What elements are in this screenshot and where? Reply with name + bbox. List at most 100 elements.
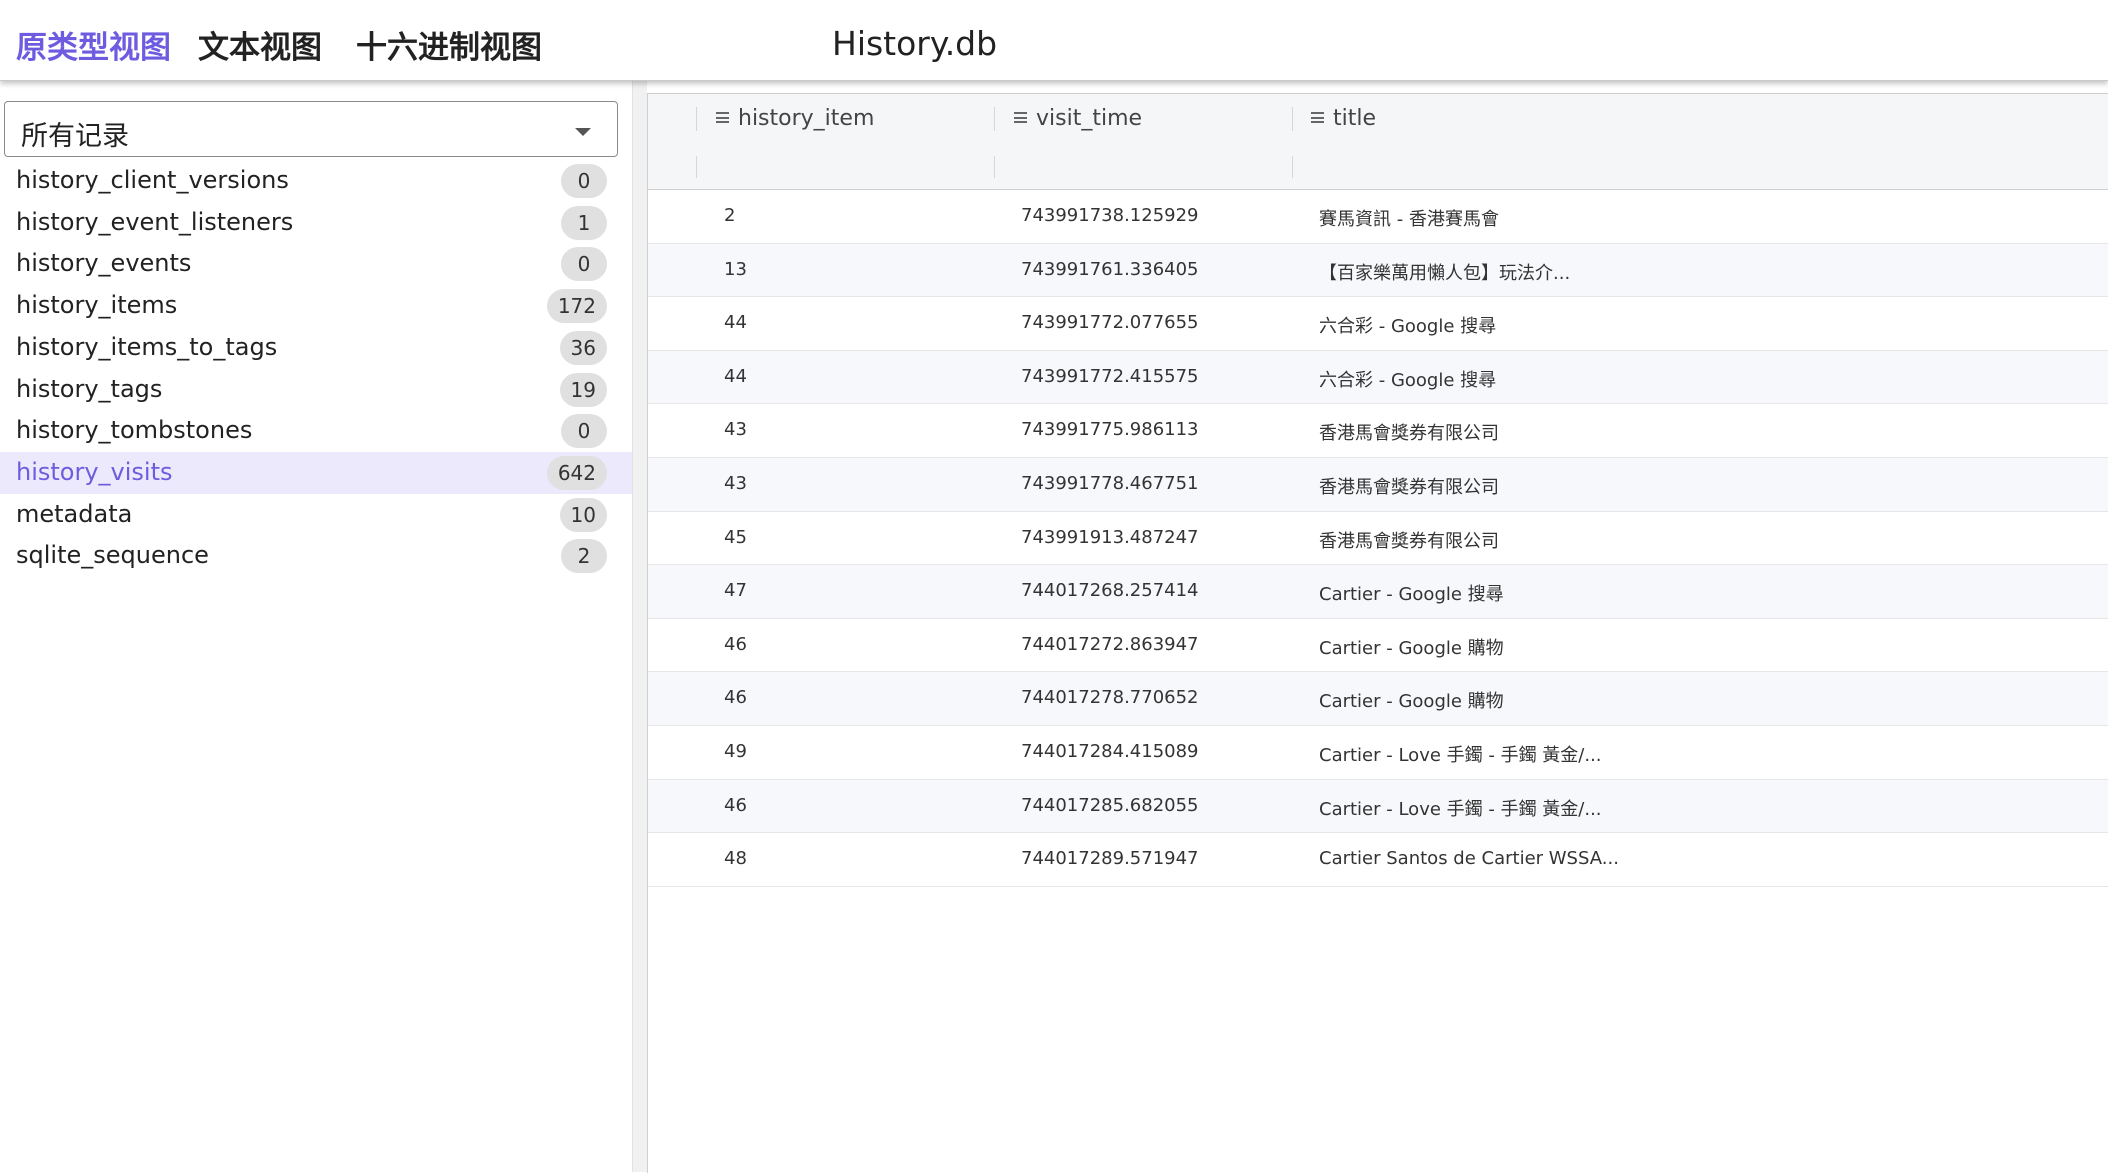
table-name: history_events — [16, 249, 192, 278]
table-name: history_event_listeners — [16, 207, 294, 236]
cell-title: Cartier - Google 搜尋 — [1319, 584, 1504, 606]
table-row[interactable]: 13 743991761.336405 【百家樂萬用懶人包】玩法介... — [648, 243, 2108, 298]
record-count-badge: 10 — [559, 497, 607, 532]
record-count-badge: 2 — [561, 539, 607, 574]
cell-history-item: 46 — [724, 687, 747, 709]
column-separator[interactable] — [696, 107, 697, 131]
table-name: history_items_to_tags — [16, 332, 278, 361]
cell-history-item: 44 — [724, 312, 747, 334]
tab-text-view[interactable]: 文本视图 — [198, 22, 322, 67]
record-count-badge: 642 — [546, 455, 607, 490]
cell-title: Cartier - Google 購物 — [1319, 637, 1504, 659]
table-row[interactable]: 43 743991775.986113 香港馬會獎券有限公司 — [648, 404, 2108, 458]
table-item-history-events[interactable]: history_events 0 — [0, 243, 632, 285]
record-count-badge: 0 — [561, 247, 607, 282]
column-header-label: title — [1333, 106, 1377, 131]
list-icon — [1311, 112, 1324, 123]
column-separator — [696, 156, 697, 178]
table-row[interactable]: 44 743991772.077655 六合彩 - Google 搜尋 — [648, 297, 2108, 351]
column-header-visit-time[interactable]: visit_time — [1014, 106, 1142, 131]
cell-title: Cartier - Google 購物 — [1319, 691, 1504, 713]
table-row[interactable]: 2 743991738.125929 賽馬資訊 - 香港賽馬會 — [648, 190, 2108, 244]
top-bar: 原类型视图 文本视图 十六进制视图 History.db — [0, 0, 2108, 81]
table-item-history-event-listeners[interactable]: history_event_listeners 1 — [0, 202, 632, 244]
record-count-badge: 0 — [561, 414, 607, 449]
cell-visit-time: 743991738.125929 — [1021, 205, 1199, 226]
cell-visit-time: 744017278.770652 — [1021, 687, 1199, 709]
table-row[interactable]: 43 743991778.467751 香港馬會獎券有限公司 — [648, 458, 2108, 512]
cell-history-item: 43 — [724, 473, 747, 494]
list-icon — [1014, 112, 1027, 123]
cell-history-item: 2 — [724, 205, 736, 226]
table-row[interactable]: 46 744017285.682055 Cartier - Love 手鐲 - 手鐲… — [648, 779, 2108, 834]
cell-title: 【百家樂萬用懶人包】玩法介... — [1319, 262, 1571, 284]
data-grid: history_item visit_time title 2 743991738… — [647, 93, 2108, 1173]
table-row[interactable]: 46 744017272.863947 Cartier - Google 購物 — [648, 619, 2108, 673]
table-row[interactable]: 48 744017289.571947 Cartier Santos de Cart… — [648, 833, 2108, 887]
cell-visit-time: 744017284.415089 — [1021, 741, 1199, 762]
cell-history-item: 48 — [724, 848, 747, 870]
table-item-history-visits[interactable]: history_visits 642 — [0, 451, 632, 494]
sidebar: 所有记录 history_client_versions 0 history_eve… — [0, 80, 632, 1172]
record-count-badge: 172 — [546, 289, 607, 324]
cell-title: 香港馬會獎券有限公司 — [1319, 423, 1499, 445]
cell-visit-time: 743991913.487247 — [1021, 526, 1199, 548]
record-filter-select[interactable]: 所有记录 — [4, 101, 618, 157]
cell-visit-time: 744017272.863947 — [1021, 633, 1199, 655]
filter-input-history-item[interactable] — [700, 148, 990, 184]
table-item-sqlite-sequence[interactable]: sqlite_sequence 2 — [0, 535, 632, 577]
table-item-history-tags[interactable]: history_tags 19 — [0, 369, 632, 411]
cell-history-item: 44 — [724, 365, 747, 387]
filter-input-visit-time[interactable] — [998, 148, 1288, 184]
cell-history-item: 13 — [724, 258, 747, 280]
panel-divider[interactable] — [632, 80, 647, 1172]
table-item-history-items-to-tags[interactable]: history_items_to_tags 36 — [0, 327, 632, 369]
table-name: history_tags — [16, 374, 163, 403]
cell-history-item: 49 — [724, 741, 747, 762]
table-item-metadata[interactable]: metadata 10 — [0, 494, 632, 536]
cell-title: 六合彩 - Google 搜尋 — [1319, 316, 1497, 338]
table-name: sqlite_sequence — [16, 541, 209, 570]
table-name: history_client_versions — [16, 166, 289, 194]
table-item-history-items[interactable]: history_items 172 — [0, 285, 632, 327]
cell-title: Cartier Santos de Cartier WSSA... — [1319, 848, 1619, 870]
table-row[interactable]: 44 743991772.415575 六合彩 - Google 搜尋 — [648, 350, 2108, 405]
table-row[interactable]: 45 743991913.487247 香港馬會獎券有限公司 — [648, 512, 2108, 566]
cell-history-item: 45 — [724, 526, 747, 548]
table-name: history_visits — [16, 457, 173, 486]
table-item-history-tombstones[interactable]: history_tombstones 0 — [0, 410, 632, 452]
cell-visit-time: 743991761.336405 — [1021, 258, 1199, 280]
cell-history-item: 43 — [724, 419, 747, 441]
tab-hex-view[interactable]: 十六进制视图 — [356, 22, 542, 67]
cell-history-item: 47 — [724, 580, 747, 602]
select-value: 所有记录 — [21, 121, 129, 152]
record-count-badge: 19 — [559, 372, 607, 407]
filter-input-title[interactable] — [1296, 148, 2096, 184]
column-header-history-item[interactable]: history_item — [716, 106, 874, 131]
table-item-history-client-versions[interactable]: history_client_versions 0 — [0, 160, 632, 202]
grid-header: history_item visit_time title — [648, 94, 2108, 145]
cell-visit-time: 744017268.257414 — [1021, 580, 1199, 602]
column-header-label: visit_time — [1036, 106, 1143, 131]
list-icon — [716, 112, 729, 123]
table-row[interactable]: 46 744017278.770652 Cartier - Google 購物 — [648, 672, 2108, 726]
cell-title: 賽馬資訊 - 香港賽馬會 — [1319, 209, 1499, 230]
cell-visit-time: 743991772.415575 — [1021, 365, 1199, 387]
cell-title: 六合彩 - Google 搜尋 — [1319, 369, 1497, 391]
cell-visit-time: 743991778.467751 — [1021, 473, 1199, 494]
column-header-title[interactable]: title — [1311, 106, 1376, 131]
table-row[interactable]: 47 744017268.257414 Cartier - Google 搜尋 — [648, 565, 2108, 619]
column-separator[interactable] — [1292, 107, 1293, 131]
file-name: History.db — [832, 24, 998, 63]
column-header-label: history_item — [738, 106, 875, 131]
table-row[interactable]: 49 744017284.415089 Cartier - Love 手鐲 - 手鐲… — [648, 726, 2108, 780]
cell-title: 香港馬會獎券有限公司 — [1319, 477, 1499, 498]
table-name: history_items — [16, 291, 178, 320]
record-count-badge: 36 — [559, 330, 607, 365]
cell-history-item: 46 — [724, 794, 747, 816]
cell-title: Cartier - Love 手鐲 - 手鐲 黃金/... — [1319, 798, 1602, 820]
tab-native-view[interactable]: 原类型视图 — [16, 22, 171, 67]
grid-filter-row — [648, 144, 2108, 190]
column-separator[interactable] — [994, 107, 995, 131]
cell-title: Cartier - Love 手鐲 - 手鐲 黃金/... — [1319, 745, 1602, 766]
